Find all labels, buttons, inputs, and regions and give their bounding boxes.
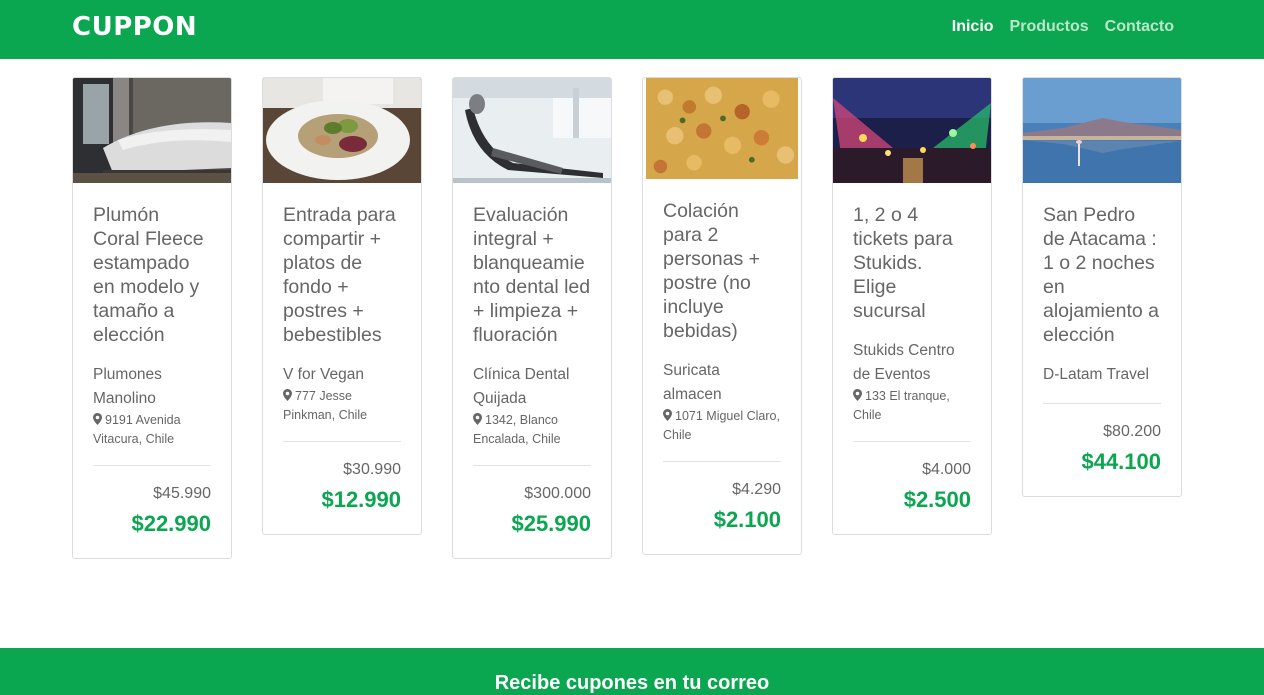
address-text: 133 El tranque, Chile <box>853 389 950 422</box>
card-title[interactable]: Evaluación integral + blanqueamiento den… <box>473 203 591 347</box>
original-price: $4.290 <box>732 481 781 498</box>
brand-logo[interactable]: CUPPON <box>72 12 197 42</box>
merchant-address: 1071 Miguel Claro, Chile <box>663 407 781 445</box>
original-price: $45.990 <box>153 485 211 502</box>
coupon-card[interactable]: San Pedro de Atacama : 1 o 2 noches en a… <box>1022 77 1182 497</box>
merchant-address: 9191 Avenida Vitacura, Chile <box>93 411 211 449</box>
divider <box>93 465 211 466</box>
merchant-name: Plumones Manolino <box>93 366 162 407</box>
original-price: $4.000 <box>922 461 971 478</box>
nav-links: Inicio Productos Contacto <box>952 18 1174 36</box>
discount-price: $25.990 <box>511 511 591 536</box>
map-marker-icon <box>473 413 482 425</box>
merchant-name: V for Vegan <box>283 366 365 383</box>
divider <box>853 441 971 442</box>
card-title[interactable]: Entrada para compartir + platos de fondo… <box>283 203 401 347</box>
card-title[interactable]: San Pedro de Atacama : 1 o 2 noches en a… <box>1043 203 1161 347</box>
card-title[interactable]: Plumón Coral Fleece estampado en modelo … <box>93 203 211 347</box>
address-text: 1342, Blanco Encalada, Chile <box>473 413 561 446</box>
map-marker-icon <box>283 389 292 401</box>
address-text: 777 Jesse Pinkman, Chile <box>283 389 368 422</box>
original-price: $300.000 <box>524 485 591 502</box>
coupon-card[interactable]: Colación para 2 personas + postre (no in… <box>642 77 802 555</box>
discount-price: $22.990 <box>131 511 211 536</box>
merchant-address: 777 Jesse Pinkman, Chile <box>283 387 401 425</box>
divider <box>663 461 781 462</box>
fair-lights-image[interactable] <box>833 78 991 183</box>
card-title[interactable]: 1, 2 o 4 tickets para Stukids. Elige suc… <box>853 203 971 323</box>
navbar: CUPPON Inicio Productos Contacto <box>0 0 1264 59</box>
original-price: $80.200 <box>1103 423 1161 440</box>
merchant-name: D-Latam Travel <box>1043 366 1149 383</box>
original-price: $30.990 <box>343 461 401 478</box>
map-marker-icon <box>663 409 672 421</box>
merchant-name: Suricata almacen <box>663 362 722 403</box>
salad-image[interactable] <box>263 78 421 183</box>
coupon-card[interactable]: Entrada para compartir + platos de fondo… <box>262 77 422 535</box>
divider <box>1043 403 1161 404</box>
bedroom-image[interactable] <box>73 78 231 183</box>
map-marker-icon <box>853 389 862 401</box>
discount-price: $2.100 <box>713 507 781 532</box>
atacama-lake-image[interactable] <box>1023 78 1181 183</box>
address-text: 1071 Miguel Claro, Chile <box>663 409 780 442</box>
nav-link-productos[interactable]: Productos <box>1010 18 1089 36</box>
map-marker-icon <box>93 413 102 425</box>
coupon-card[interactable]: Evaluación integral + blanqueamiento den… <box>452 77 612 559</box>
divider <box>283 441 401 442</box>
merchant-address: 133 El tranque, Chile <box>853 387 971 425</box>
coupon-card[interactable]: 1, 2 o 4 tickets para Stukids. Elige suc… <box>832 77 992 535</box>
chickpea-stew-image[interactable] <box>643 78 801 179</box>
discount-price: $12.990 <box>321 487 401 512</box>
dental-chair-image[interactable] <box>453 78 611 183</box>
newsletter-title: Recibe cupones en tu correo <box>494 672 770 694</box>
discount-price: $2.500 <box>903 487 971 512</box>
card-title[interactable]: Colación para 2 personas + postre (no in… <box>663 199 781 343</box>
merchant-name: Clínica Dental Quijada <box>473 366 570 407</box>
divider <box>473 465 591 466</box>
address-text: 9191 Avenida Vitacura, Chile <box>93 413 181 446</box>
newsletter-banner: Recibe cupones en tu correo <box>0 648 1264 695</box>
coupon-card[interactable]: Plumón Coral Fleece estampado en modelo … <box>72 77 232 559</box>
merchant-name: Stukids Centro de Eventos <box>853 342 955 383</box>
nav-link-contacto[interactable]: Contacto <box>1105 18 1174 36</box>
discount-price: $44.100 <box>1081 449 1161 474</box>
merchant-address: 1342, Blanco Encalada, Chile <box>473 411 591 449</box>
nav-link-inicio[interactable]: Inicio <box>952 18 994 36</box>
